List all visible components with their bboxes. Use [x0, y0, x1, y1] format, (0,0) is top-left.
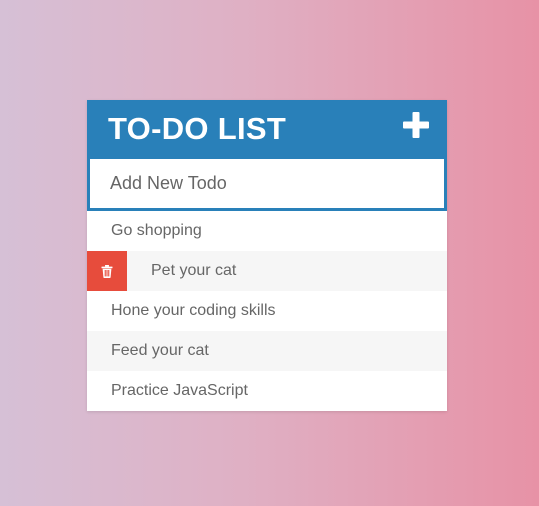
- todo-item[interactable]: Hone your coding skills: [87, 291, 447, 331]
- todo-input-wrapper: [87, 159, 447, 211]
- plus-icon[interactable]: [403, 112, 429, 138]
- delete-button[interactable]: [87, 251, 127, 291]
- todo-item-text: Pet your cat: [151, 262, 237, 279]
- page-title: TO-DO LIST: [108, 111, 287, 146]
- todo-item-text: Hone your coding skills: [111, 302, 276, 319]
- trash-icon: [101, 264, 113, 278]
- todo-item-text: Feed your cat: [111, 342, 209, 359]
- todo-item[interactable]: Go shopping: [87, 211, 447, 251]
- add-todo-input[interactable]: [90, 159, 444, 208]
- todo-header: TO-DO LIST: [87, 100, 447, 159]
- todo-item[interactable]: Pet your cat: [87, 251, 447, 291]
- todo-item-text: Go shopping: [111, 222, 202, 239]
- todo-item[interactable]: Practice JavaScript: [87, 371, 447, 411]
- todo-card: TO-DO LIST Go shopping: [87, 100, 447, 411]
- todo-item-text: Practice JavaScript: [111, 382, 248, 399]
- todo-item[interactable]: Feed your cat: [87, 331, 447, 371]
- todo-list: Go shopping Pet your cat Hone your codin…: [87, 211, 447, 411]
